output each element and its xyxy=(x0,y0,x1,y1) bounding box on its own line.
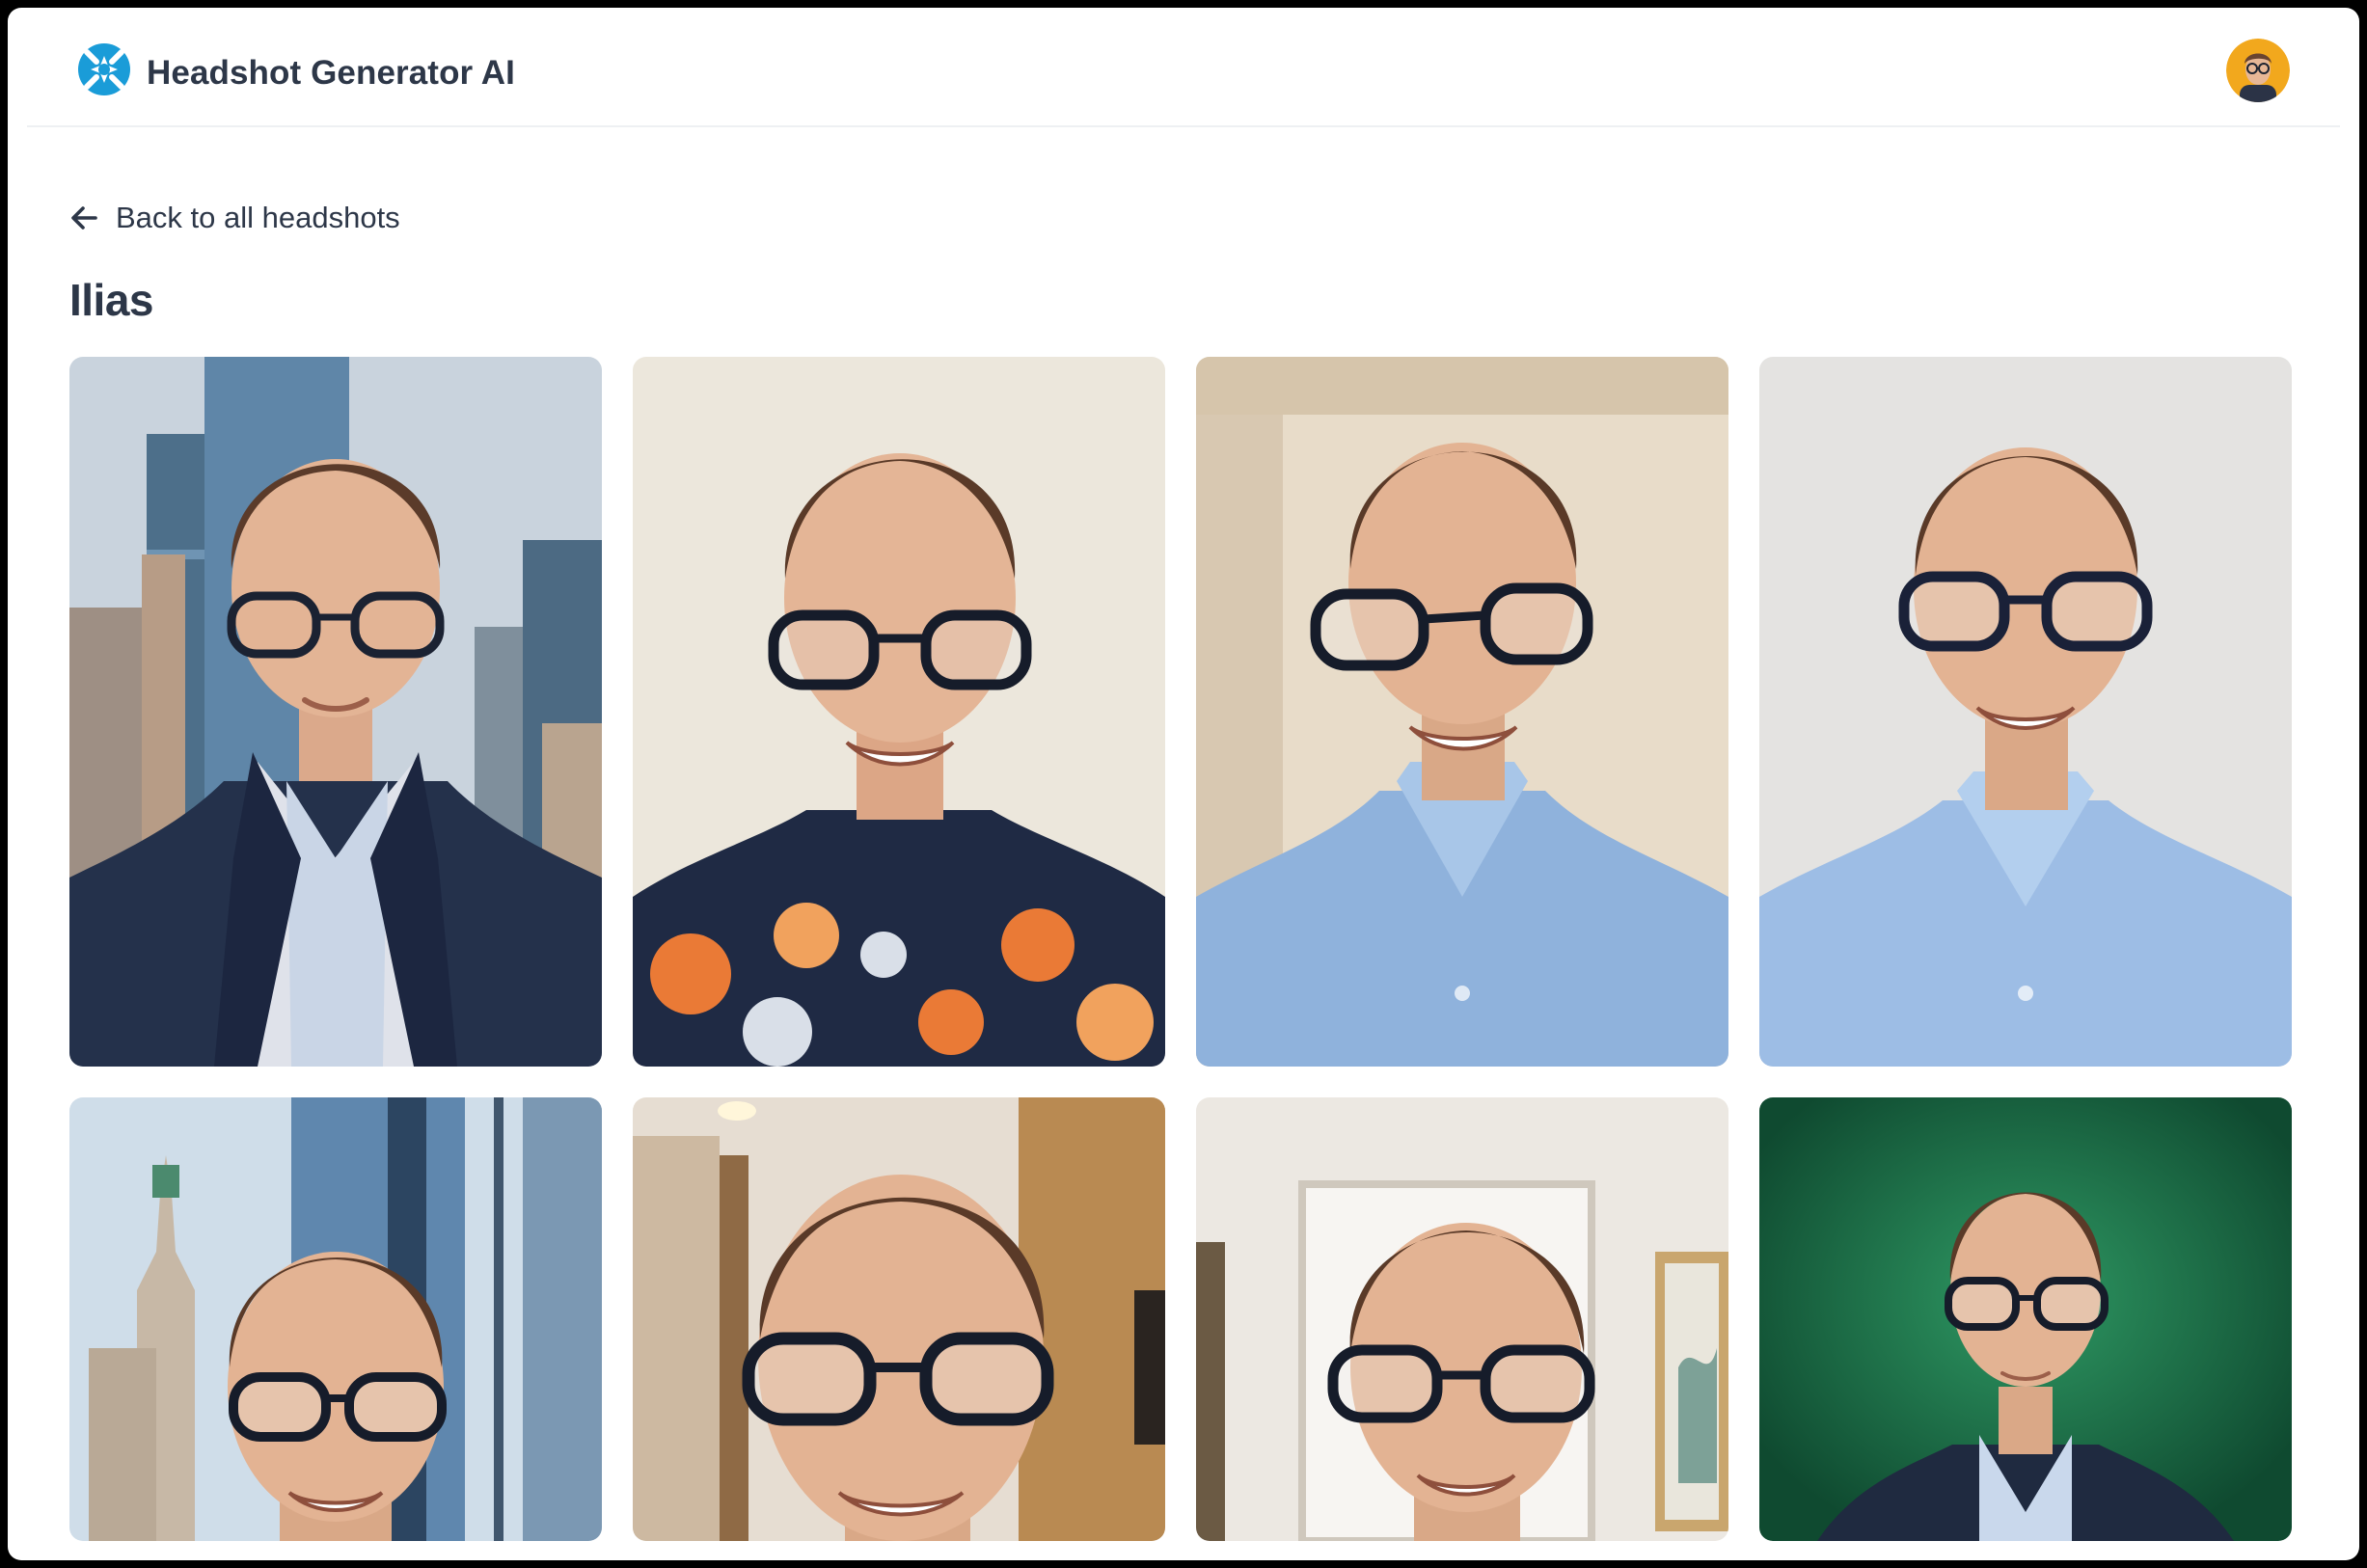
headshot-grid xyxy=(69,357,2292,1541)
browser-window: Headshot Generator AI Back to all headsh… xyxy=(8,8,2359,1560)
headshot-thumbnail[interactable] xyxy=(633,1097,1165,1541)
headshot-generator-logo-icon[interactable] xyxy=(77,42,131,96)
headshot-thumbnail[interactable] xyxy=(1759,1097,2292,1541)
app-header: Headshot Generator AI xyxy=(27,8,2340,127)
back-link-label: Back to all headshots xyxy=(116,201,400,234)
headshot-thumbnail[interactable] xyxy=(69,357,602,1067)
app-title[interactable]: Headshot Generator AI xyxy=(147,54,515,93)
headshot-thumbnail[interactable] xyxy=(1196,1097,1728,1541)
arrow-left-icon xyxy=(71,206,97,230)
headshot-thumbnail[interactable] xyxy=(1196,357,1728,1067)
user-avatar[interactable] xyxy=(2226,39,2290,102)
headshot-thumbnail[interactable] xyxy=(69,1097,602,1541)
back-to-all-headshots-link[interactable]: Back to all headshots xyxy=(69,197,400,239)
page-title: Ilias xyxy=(69,275,154,325)
headshot-thumbnail[interactable] xyxy=(633,357,1165,1067)
headshot-thumbnail[interactable] xyxy=(1759,357,2292,1067)
